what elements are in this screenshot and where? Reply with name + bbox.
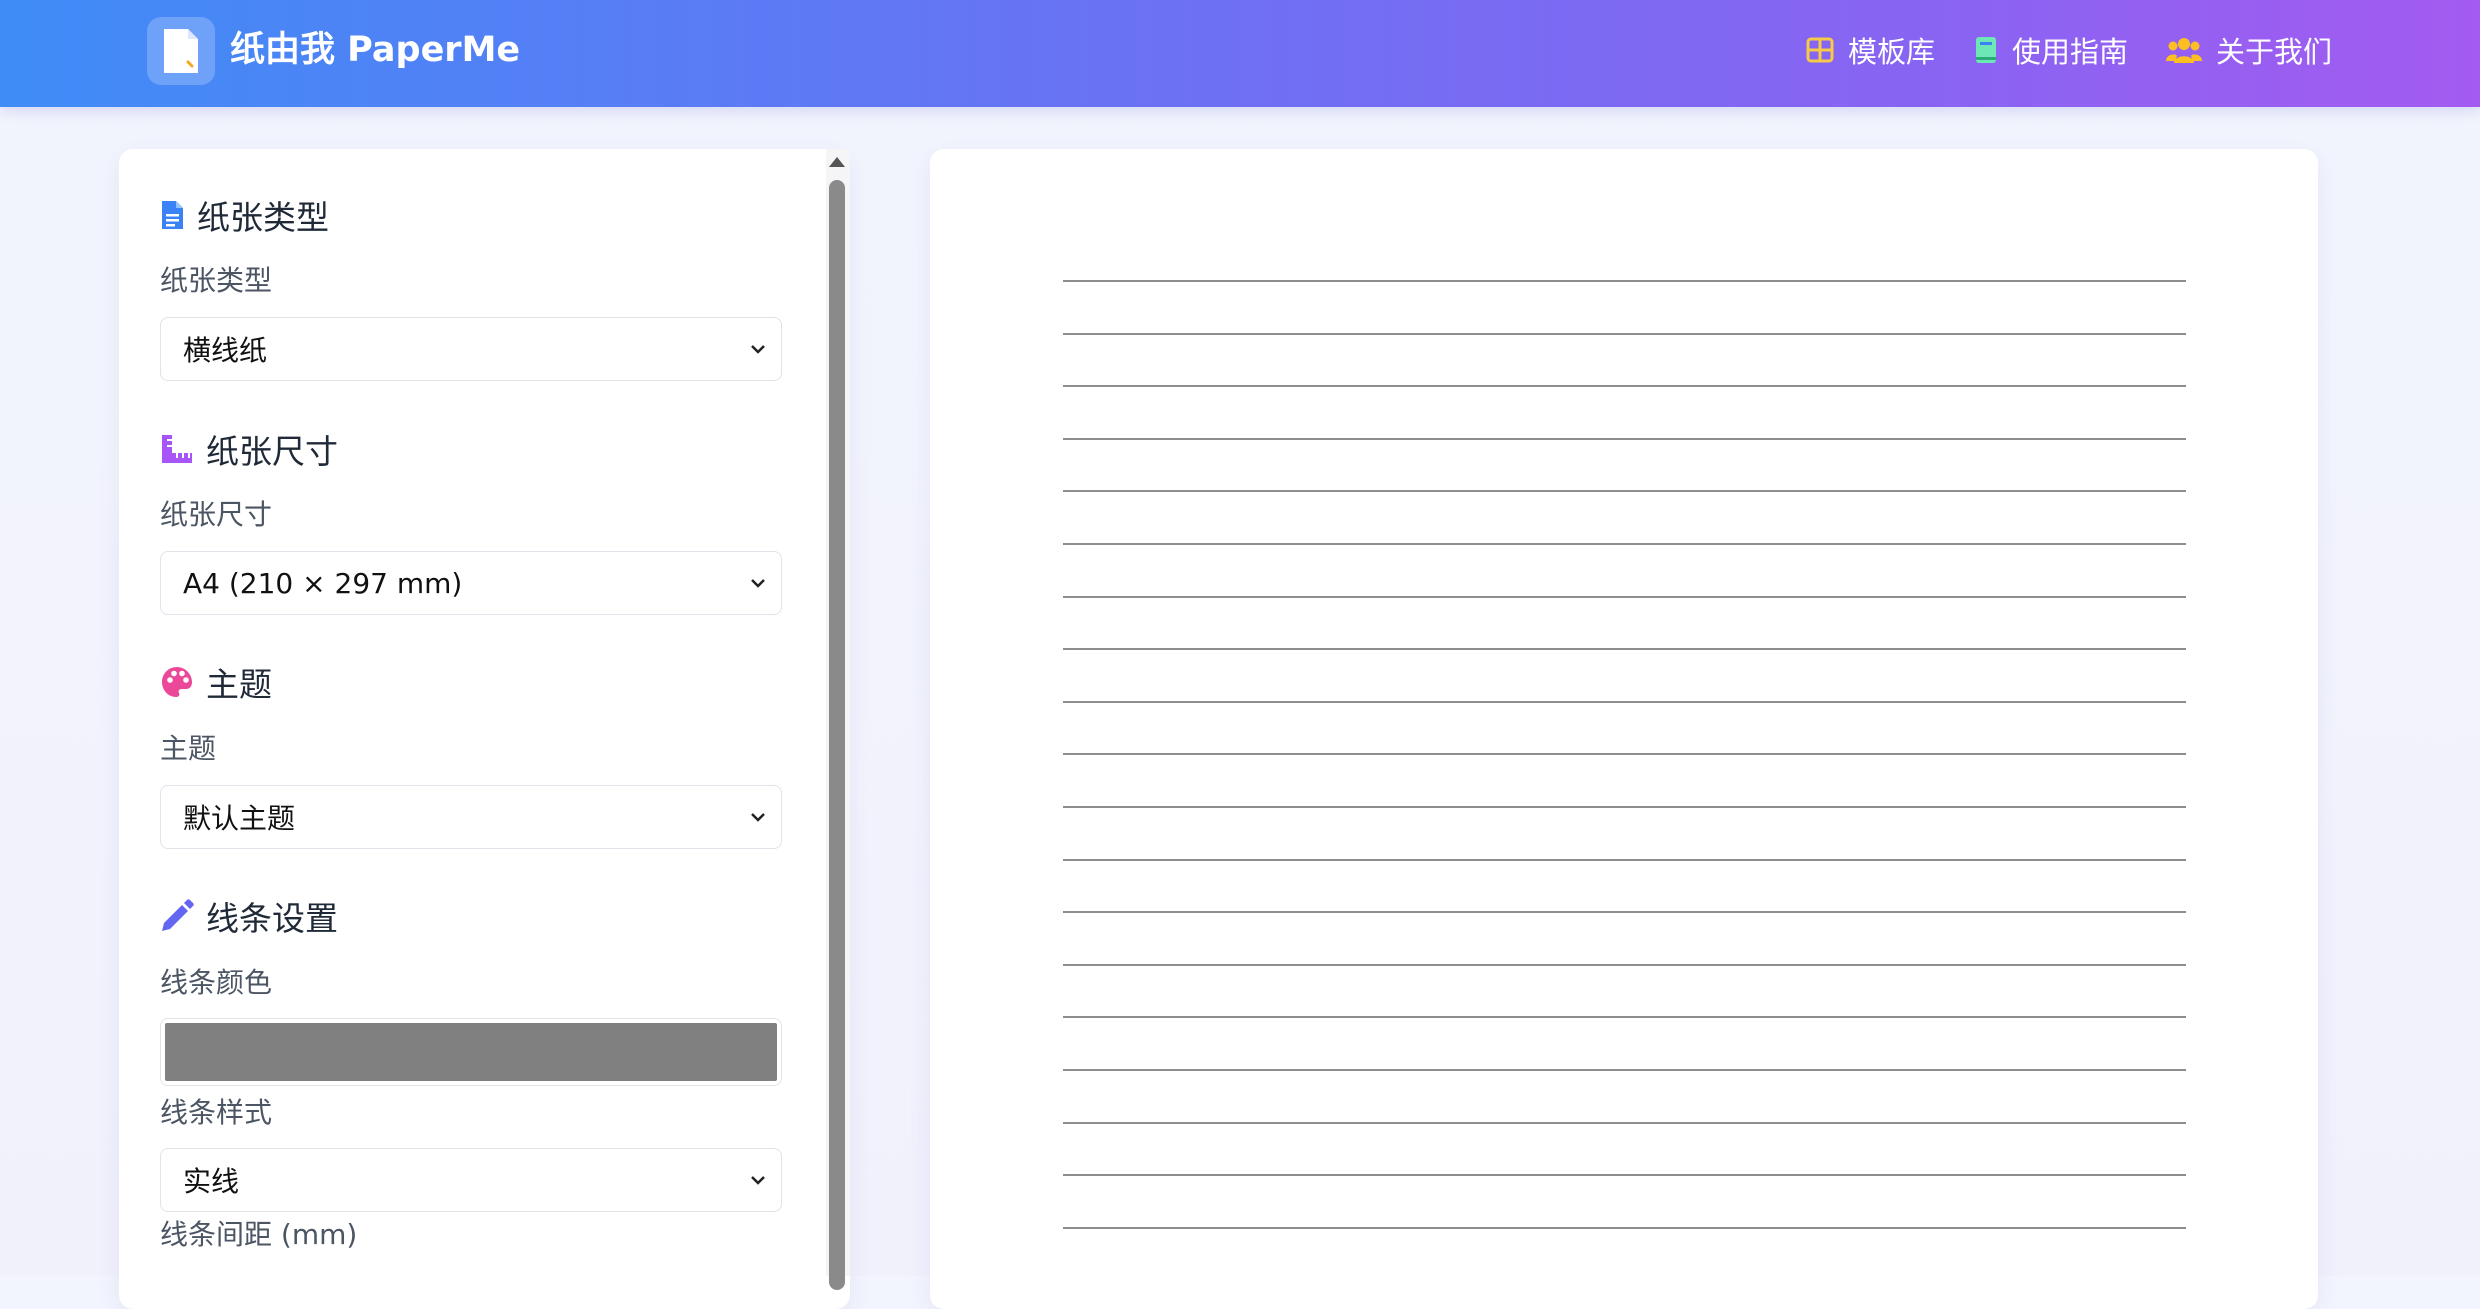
brand-title[interactable]: 纸由我 PaperMe (230, 27, 520, 73)
nav-guide[interactable]: 使用指南 (1974, 28, 2128, 72)
paper-size-select[interactable]: A4 (210 × 297 mm) (160, 551, 782, 615)
paper-type-label: 纸张类型 (160, 264, 273, 297)
paper-preview (930, 149, 2318, 1309)
section-title: 纸张类型 (197, 198, 329, 237)
paper-size-label: 纸张尺寸 (160, 498, 273, 531)
scrollbar-thumb[interactable] (829, 180, 845, 1290)
palette-icon (162, 667, 192, 697)
nav-label: 模板库 (1848, 35, 1936, 69)
line-color-picker[interactable] (160, 1018, 782, 1086)
section-theme: 主题 (160, 660, 272, 704)
nav-label: 关于我们 (2216, 35, 2333, 69)
chevron-down-icon (751, 579, 765, 588)
select-value: 实线 (183, 1165, 240, 1198)
theme-select[interactable]: 默认主题 (160, 785, 782, 849)
document-icon (164, 29, 198, 73)
color-swatch (165, 1023, 777, 1081)
theme-label: 主题 (160, 732, 217, 765)
section-title: 纸张尺寸 (206, 432, 338, 471)
nav-about-us[interactable]: 关于我们 (2166, 28, 2332, 72)
nav-label: 使用指南 (2012, 35, 2129, 69)
logo[interactable] (147, 17, 215, 85)
select-value: 横线纸 (183, 334, 268, 367)
section-paper-size: 纸张尺寸 (160, 427, 338, 471)
line-spacing-label: 线条间距 (mm) (160, 1218, 358, 1251)
line-style-label: 线条样式 (160, 1096, 273, 1129)
line-style-select[interactable]: 实线 (160, 1148, 782, 1212)
line-color-label: 线条颜色 (160, 966, 273, 999)
ruler-icon (162, 435, 192, 463)
chevron-down-icon (751, 345, 765, 354)
ruled-lines (1063, 280, 2186, 1229)
select-value: A4 (210 × 297 mm) (183, 566, 463, 600)
paper-type-select[interactable]: 横线纸 (160, 317, 782, 381)
section-line-settings: 线条设置 (160, 894, 338, 938)
pencil-icon (162, 899, 194, 931)
section-paper-type: 纸张类型 (160, 193, 329, 237)
app-header: 纸由我 PaperMe 模板库 使用指南 关于我们 (0, 0, 2480, 107)
section-title: 线条设置 (206, 899, 338, 938)
section-title: 主题 (206, 665, 272, 704)
chevron-down-icon (751, 813, 765, 822)
users-icon (2166, 38, 2202, 63)
file-icon (162, 201, 183, 229)
chevron-down-icon (751, 1176, 765, 1185)
book-icon (1976, 37, 1996, 63)
scroll-up-arrow-icon[interactable] (829, 157, 845, 167)
nav-template-library[interactable]: 模板库 (1806, 28, 1935, 72)
grid-icon (1806, 37, 1834, 63)
select-value: 默认主题 (183, 802, 296, 835)
